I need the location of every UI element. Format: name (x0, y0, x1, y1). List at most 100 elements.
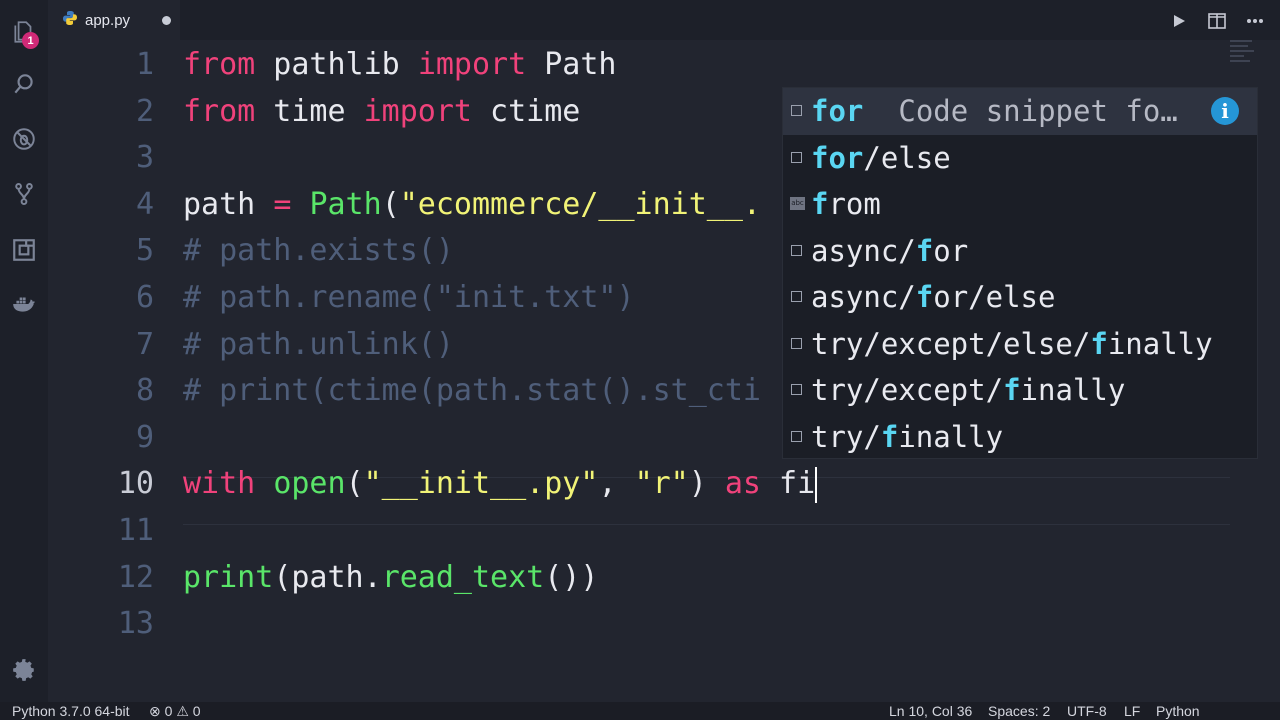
snippet-icon (791, 384, 802, 395)
code-token: import (363, 93, 472, 129)
snippet-icon (791, 337, 802, 349)
suggestion-match: f (915, 280, 934, 314)
code-token: "__init__.py" (363, 466, 599, 502)
line-number: 9 (135, 419, 154, 455)
language-mode[interactable]: Python (1156, 702, 1200, 720)
suggestion-match: for (811, 94, 864, 128)
code-text: # print(ctime(path.stat().st_cti (183, 368, 761, 414)
line-number: 4 (135, 186, 154, 222)
suggestion-text: try/ (811, 419, 881, 454)
docker-icon[interactable] (0, 280, 48, 328)
line-number: 1 (135, 47, 154, 82)
encoding[interactable]: UTF-8 (1067, 702, 1107, 720)
code-token: pathlib (255, 47, 418, 82)
problems-indicator[interactable]: ⊗ 0 ⚠ 0 (149, 702, 201, 720)
snippet-icon (791, 430, 802, 442)
suggestion-item[interactable]: async/for (783, 228, 1257, 275)
run-play-icon[interactable] (1168, 10, 1190, 32)
tab-app-py[interactable]: app.py (48, 0, 180, 40)
code-token: # path.rename("init.txt") (183, 280, 635, 315)
keyword-icon: abc (790, 197, 805, 210)
debug-icon[interactable] (0, 115, 48, 163)
code-token: Path (309, 186, 382, 222)
code-text: from pathlib import Path (183, 42, 617, 88)
suggestion-item[interactable]: for Code snippet fo… i (783, 88, 1257, 135)
code-token: print (183, 559, 274, 595)
settings-gear-icon[interactable] (0, 646, 48, 694)
line-number: 6 (135, 280, 154, 315)
code-token: # print(ctime(path.stat().st_cti (183, 373, 761, 409)
suggestion-text: async/ (811, 280, 916, 314)
code-text: # path.exists() (183, 228, 454, 274)
suggestion-item[interactable]: try/except/finally (783, 367, 1257, 414)
warning-icon: ⚠ (176, 703, 189, 719)
code-line[interactable]: 1 from pathlib import Path (48, 42, 1280, 88)
suggestion-item[interactable]: try/except/else/finally (783, 321, 1257, 368)
suggestion-item[interactable]: async/for/else (783, 274, 1257, 321)
line-number: 12 (117, 559, 154, 595)
code-text: print(path.read_text()) (183, 555, 598, 601)
code-token: (path. (273, 559, 382, 595)
suggestion-item[interactable]: for/else (783, 135, 1257, 182)
code-line[interactable]: 13 (48, 601, 1280, 647)
suggestion-match: f (811, 187, 829, 221)
split-editor-icon[interactable] (1206, 10, 1228, 32)
autocomplete-suggestions: for Code snippet fo… i for/else abc from async… (782, 87, 1258, 459)
error-icon: ⊗ (149, 703, 161, 719)
end-of-line[interactable]: LF (1124, 702, 1140, 720)
line-number: 11 (117, 513, 154, 548)
code-text: path = Path("ecommerce/__init__. (183, 182, 761, 228)
code-token: # path.exists() (183, 233, 454, 269)
line-number: 10 (117, 466, 154, 502)
code-token: ( (381, 186, 400, 222)
code-token: from (183, 47, 256, 82)
suggestion-text: inally (898, 419, 1004, 454)
warning-count: 0 (192, 703, 201, 719)
suggestion-match: for (811, 140, 864, 175)
source-control-icon[interactable] (0, 170, 48, 218)
code-token: import (417, 47, 527, 82)
indentation[interactable]: Spaces: 2 (988, 702, 1050, 720)
suggestion-text: inally (1107, 326, 1213, 361)
suggestion-text: or/else (933, 280, 1056, 314)
code-token: from (183, 93, 256, 129)
code-token: fi (761, 466, 816, 502)
suggestion-item[interactable]: abc from (783, 181, 1257, 228)
explorer-icon[interactable] (0, 8, 48, 56)
editor-actions (1168, 10, 1266, 32)
code-token: as (724, 466, 761, 502)
snippet-icon (791, 105, 802, 116)
suggestion-text: /else (863, 140, 951, 175)
code-token: "r" (634, 466, 689, 502)
cursor-position[interactable]: Ln 10, Col 36 (889, 702, 972, 720)
extensions-icon[interactable] (0, 226, 48, 274)
snippet-icon (791, 244, 802, 256)
code-line[interactable]: 12 print(path.read_text()) (48, 555, 1280, 601)
unsaved-dot-icon[interactable] (162, 16, 171, 25)
code-text: # path.unlink() (183, 322, 454, 368)
suggestion-item[interactable]: try/finally (783, 414, 1257, 461)
python-interpreter[interactable]: Python 3.7.0 64-bit (12, 702, 130, 720)
code-token: = (273, 186, 292, 222)
suggestion-text: inally (1020, 373, 1126, 407)
suggestion-text: or (933, 233, 969, 268)
info-icon[interactable]: i (1211, 97, 1239, 125)
line-number: 3 (135, 140, 154, 176)
code-line[interactable]: 10 with open("__init__.py", "r") as fi (48, 461, 1280, 507)
suggestion-text: try/except/else/ (811, 326, 1091, 361)
suggestion-text: rom (828, 187, 881, 221)
line-number: 13 (117, 606, 154, 642)
tab-bar: app.py (48, 0, 1280, 40)
suggestion-match: f (1003, 373, 1021, 407)
line-number: 5 (135, 233, 154, 269)
python-file-icon (62, 10, 78, 31)
code-line[interactable]: 11 (48, 508, 1280, 554)
search-icon[interactable] (0, 60, 48, 108)
status-bar: Python 3.7.0 64-bit ⊗ 0 ⚠ 0 Ln 10, Col 3… (0, 702, 1280, 720)
code-token: ()) (544, 559, 599, 595)
code-token: Path (526, 47, 617, 82)
more-actions-icon[interactable] (1244, 10, 1266, 32)
suggestion-match: f (1090, 326, 1108, 361)
